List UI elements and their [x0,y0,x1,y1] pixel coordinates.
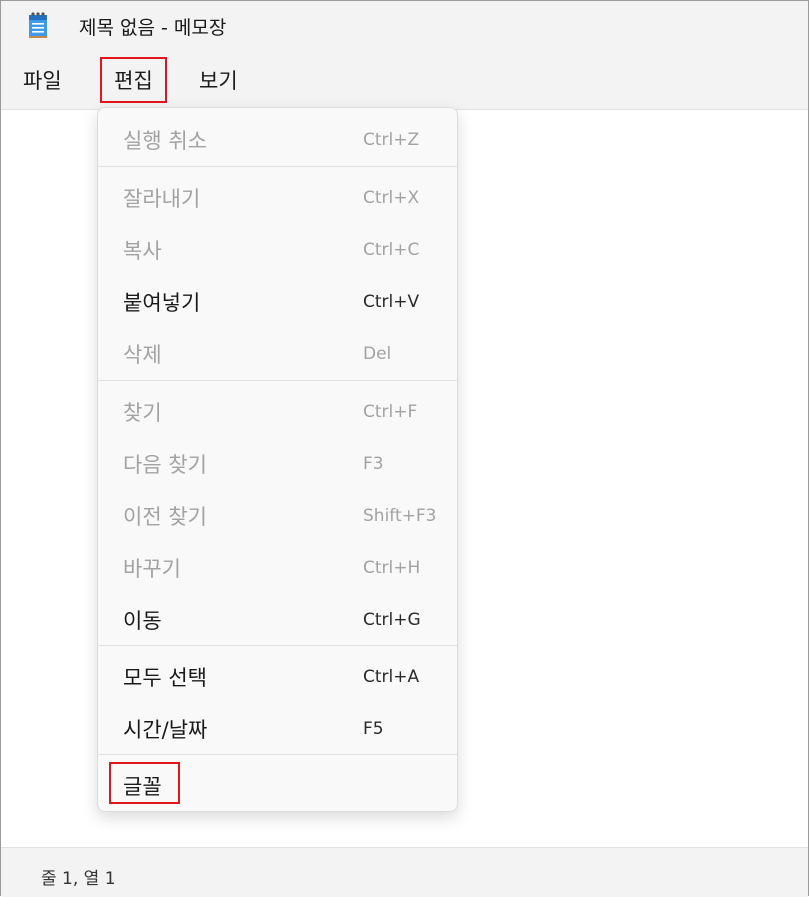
menu-item-shortcut: F5 [363,719,384,739]
menu-item-find-next[interactable]: 다음 찾기 F3 [98,436,457,488]
menu-item-delete[interactable]: 삭제 Del [98,326,457,378]
menu-item-shortcut: Ctrl+V [363,292,420,312]
menu-bar: 파일 편집 보기 [1,49,808,109]
menu-item-label: 시간/날짜 [123,718,208,742]
menu-item-shortcut: Ctrl+A [363,667,420,687]
menu-item-shortcut: Ctrl+G [363,610,421,630]
menu-item-shortcut: Ctrl+C [363,240,420,260]
menu-item-find-previous[interactable]: 이전 찾기 Shift+F3 [98,488,457,540]
menu-item-label: 다음 찾기 [123,453,207,477]
menu-item-copy[interactable]: 복사 Ctrl+C [98,222,457,274]
menu-edit-label: 편집 [114,69,153,93]
menu-view[interactable]: 보기 [199,65,238,95]
menu-item-label: 복사 [123,239,162,263]
menu-item-label: 삭제 [123,343,162,367]
menu-item-label: 모두 선택 [123,666,207,690]
window-title: 제목 없음 - 메모장 [79,17,227,39]
menu-item-shortcut: Ctrl+X [363,188,420,208]
menu-file[interactable]: 파일 [23,65,62,95]
menu-item-undo[interactable]: 실행 취소 Ctrl+Z [98,112,457,164]
title-bar: 제목 없음 - 메모장 [1,1,808,49]
menu-item-time-date[interactable]: 시간/날짜 F5 [98,701,457,753]
menu-item-shortcut: Shift+F3 [363,506,437,526]
menu-item-cut[interactable]: 잘라내기 Ctrl+X [98,170,457,222]
notepad-icon [29,12,47,38]
menu-item-shortcut: Ctrl+Z [363,130,420,150]
menu-item-label: 바꾸기 [123,557,181,581]
notepad-window: 제목 없음 - 메모장 파일 편집 보기 줄 1, 열 1 실행 취소 Ctrl… [0,0,809,897]
menu-item-label: 실행 취소 [123,129,207,153]
font-highlight-box [109,762,180,804]
menu-item-label: 이전 찾기 [123,505,207,529]
menu-separator [98,645,457,646]
edit-menu-dropdown: 실행 취소 Ctrl+Z 잘라내기 Ctrl+X 복사 Ctrl+C 붙여넣기 … [97,107,458,812]
menu-item-replace[interactable]: 바꾸기 Ctrl+H [98,540,457,592]
menu-item-shortcut: Ctrl+H [363,558,421,578]
menu-item-label: 찾기 [123,401,162,425]
menu-item-label: 잘라내기 [123,187,201,211]
cursor-position: 줄 1, 열 1 [41,869,116,889]
menu-item-select-all[interactable]: 모두 선택 Ctrl+A [98,649,457,701]
menu-item-label: 이동 [123,609,162,633]
menu-item-goto[interactable]: 이동 Ctrl+G [98,592,457,644]
menu-item-shortcut: Del [363,344,392,364]
menu-separator [98,380,457,381]
menu-separator [98,754,457,755]
menu-item-shortcut: Ctrl+F [363,402,418,422]
menu-item-label: 붙여넣기 [123,291,201,315]
menu-item-paste[interactable]: 붙여넣기 Ctrl+V [98,274,457,326]
menu-item-shortcut: F3 [363,454,384,474]
menu-separator [98,166,457,167]
menu-edit[interactable]: 편집 [100,57,167,103]
menu-item-find[interactable]: 찾기 Ctrl+F [98,384,457,436]
status-bar: 줄 1, 열 1 [1,847,808,897]
